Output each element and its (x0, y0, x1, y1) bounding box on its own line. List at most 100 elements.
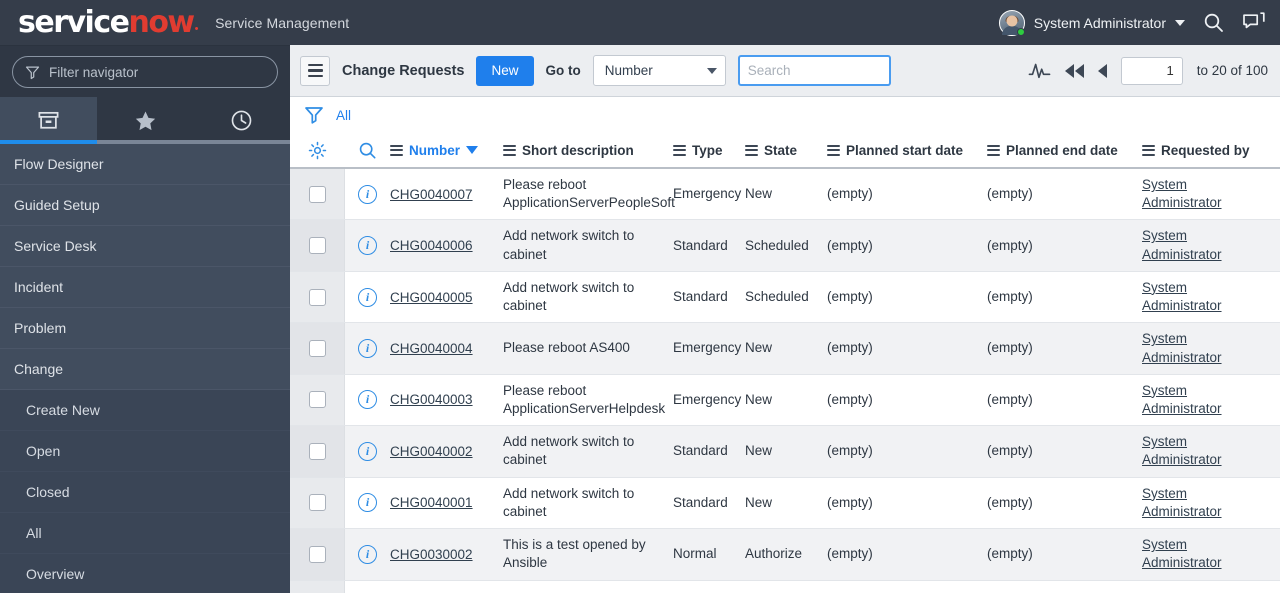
column-header-planned-end-date[interactable]: Planned end date (987, 133, 1142, 167)
new-button[interactable]: New (476, 55, 534, 86)
sidebar-item-closed[interactable]: Closed (0, 472, 290, 513)
page-number-input[interactable] (1120, 56, 1183, 85)
column-header-short-description[interactable]: Short description (503, 133, 673, 167)
tab-favorites[interactable] (96, 97, 194, 144)
record-number-link[interactable]: CHG0040003 (390, 392, 473, 407)
row-checkbox[interactable] (308, 494, 326, 512)
table-row[interactable]: i CHG0040004 Please reboot AS400 Emergency N… (290, 323, 1280, 375)
record-number-link[interactable]: CHG0040001 (390, 495, 473, 510)
requested-by-link[interactable]: System Administrator (1142, 227, 1262, 263)
column-menu-icon (503, 144, 516, 156)
row-info-cell: i (345, 169, 390, 219)
info-icon[interactable]: i (358, 287, 377, 307)
search-icon[interactable] (1203, 12, 1224, 33)
logo-trademark: • (194, 23, 199, 35)
table-row[interactable]: i CHG0040006 Add network switch to cabinet… (290, 220, 1280, 272)
requested-by-link[interactable]: System Administrator (1142, 330, 1262, 366)
tab-history[interactable] (193, 97, 291, 144)
clock-icon (231, 110, 252, 131)
sidebar-item-create-new[interactable]: Create New (0, 390, 290, 431)
sidebar-item-flow-designer[interactable]: Flow Designer (0, 144, 290, 185)
list-search-box[interactable] (737, 55, 891, 86)
row-checkbox[interactable] (308, 185, 326, 203)
table-row[interactable]: i CHG0040005 Add network switch to cabinet… (290, 271, 1280, 324)
cell-requested-by: System Administrator (1142, 169, 1262, 219)
column-header-requested-by[interactable]: Requested by (1142, 133, 1262, 167)
column-header-state[interactable]: State (745, 133, 827, 167)
row-checkbox[interactable] (308, 391, 326, 409)
requested-by-link[interactable]: System Administrator (1142, 485, 1262, 521)
table-row[interactable]: i CHG0040003 Please reboot ApplicationServ… (290, 374, 1280, 427)
row-checkbox[interactable] (308, 545, 326, 563)
sidebar-item-service-desk[interactable]: Service Desk (0, 226, 290, 267)
table-row[interactable]: i CHG0040001 Add network switch to cabinet… (290, 477, 1280, 530)
cell-short-description: This is a test opened by Ansible (503, 529, 673, 579)
column-header-select-all[interactable] (290, 133, 345, 167)
sidebar-item-overview[interactable]: Overview (0, 554, 290, 593)
tab-active-indicator (0, 140, 97, 144)
sidebar-item-guided-setup[interactable]: Guided Setup (0, 185, 290, 226)
table-row[interactable]: i CHG0030002 This is a test opened by Ansi… (290, 529, 1280, 581)
row-checkbox[interactable] (308, 288, 326, 306)
record-number-link[interactable]: CHG0040007 (390, 187, 473, 202)
sidebar-item-incident[interactable]: Incident (0, 267, 290, 308)
column-header-type[interactable]: Type (673, 133, 745, 167)
column-header-number[interactable]: Number (390, 133, 503, 167)
user-menu[interactable]: System Administrator (998, 9, 1185, 36)
filter-navigator[interactable]: Filter navigator (12, 56, 278, 88)
first-page-icon[interactable] (1064, 63, 1084, 78)
table-row[interactable]: This is a test opened by (290, 580, 1280, 593)
info-icon[interactable]: i (358, 184, 377, 204)
requested-by-link[interactable]: System Administrator (1142, 536, 1262, 572)
cell-planned-end-date: (empty) (987, 426, 1142, 476)
cell-planned-start-date: (empty) (827, 375, 987, 425)
column-header-label: State (764, 142, 798, 158)
requested-by-link[interactable]: System Administrator (1142, 176, 1262, 212)
info-icon[interactable]: i (358, 236, 377, 256)
table-row[interactable]: i CHG0040007 Please reboot ApplicationServ… (290, 169, 1280, 221)
info-icon[interactable]: i (358, 493, 377, 513)
sidebar-item-label: Change (14, 361, 64, 377)
sidebar-item-problem[interactable]: Problem (0, 308, 290, 349)
cell-short-description: Please reboot ApplicationServerHelpdesk (503, 375, 673, 425)
conversations-icon[interactable] (1242, 12, 1266, 33)
cell-text: (empty) (987, 443, 1033, 459)
tab-all-applications[interactable] (0, 97, 97, 144)
info-icon[interactable]: i (358, 339, 377, 359)
record-number-link[interactable]: CHG0040006 (390, 238, 473, 253)
info-icon[interactable]: i (358, 390, 377, 410)
filter-funnel-icon[interactable] (304, 105, 324, 126)
column-header-planned-start-date[interactable]: Planned start date (827, 133, 987, 167)
search-input[interactable] (747, 63, 881, 78)
table-row[interactable]: i CHG0040002 Add network switch to cabinet… (290, 426, 1280, 478)
requested-by-link[interactable]: System Administrator (1142, 279, 1262, 315)
cell-text: New (745, 443, 773, 459)
sidebar-item-change[interactable]: Change (0, 349, 290, 390)
requested-by-link[interactable]: System Administrator (1142, 433, 1262, 469)
requested-by-link[interactable]: System Administrator (1142, 382, 1262, 418)
cell-type: Emergency (673, 375, 745, 425)
cell-type: Emergency (673, 323, 745, 373)
cell-planned-end-date: (empty) (987, 323, 1142, 373)
record-number-link[interactable]: CHG0030002 (390, 547, 473, 562)
record-number-link[interactable]: CHG0040002 (390, 444, 473, 459)
record-number-link[interactable]: CHG0040004 (390, 341, 473, 356)
list-filter-bar: All (290, 97, 1280, 133)
cell-planned-start-date: (empty) (827, 169, 987, 219)
record-number-link[interactable]: CHG0040005 (390, 290, 473, 305)
breadcrumb[interactable]: All (336, 108, 351, 123)
row-checkbox[interactable] (308, 237, 326, 255)
activity-stream-icon[interactable] (1028, 61, 1051, 81)
column-header-search[interactable] (345, 133, 390, 167)
cell-requested-by: System Administrator (1142, 375, 1262, 425)
previous-page-icon[interactable] (1097, 63, 1107, 78)
row-checkbox[interactable] (308, 442, 326, 460)
servicenow-logo[interactable]: service now • (18, 5, 199, 40)
info-icon[interactable]: i (358, 544, 377, 564)
hamburger-menu-icon[interactable] (300, 55, 330, 86)
info-icon[interactable]: i (358, 441, 377, 461)
sidebar-item-open[interactable]: Open (0, 431, 290, 472)
row-checkbox[interactable] (308, 340, 326, 358)
sidebar-item-all[interactable]: All (0, 513, 290, 554)
go-to-field-select[interactable]: Number (592, 55, 726, 86)
